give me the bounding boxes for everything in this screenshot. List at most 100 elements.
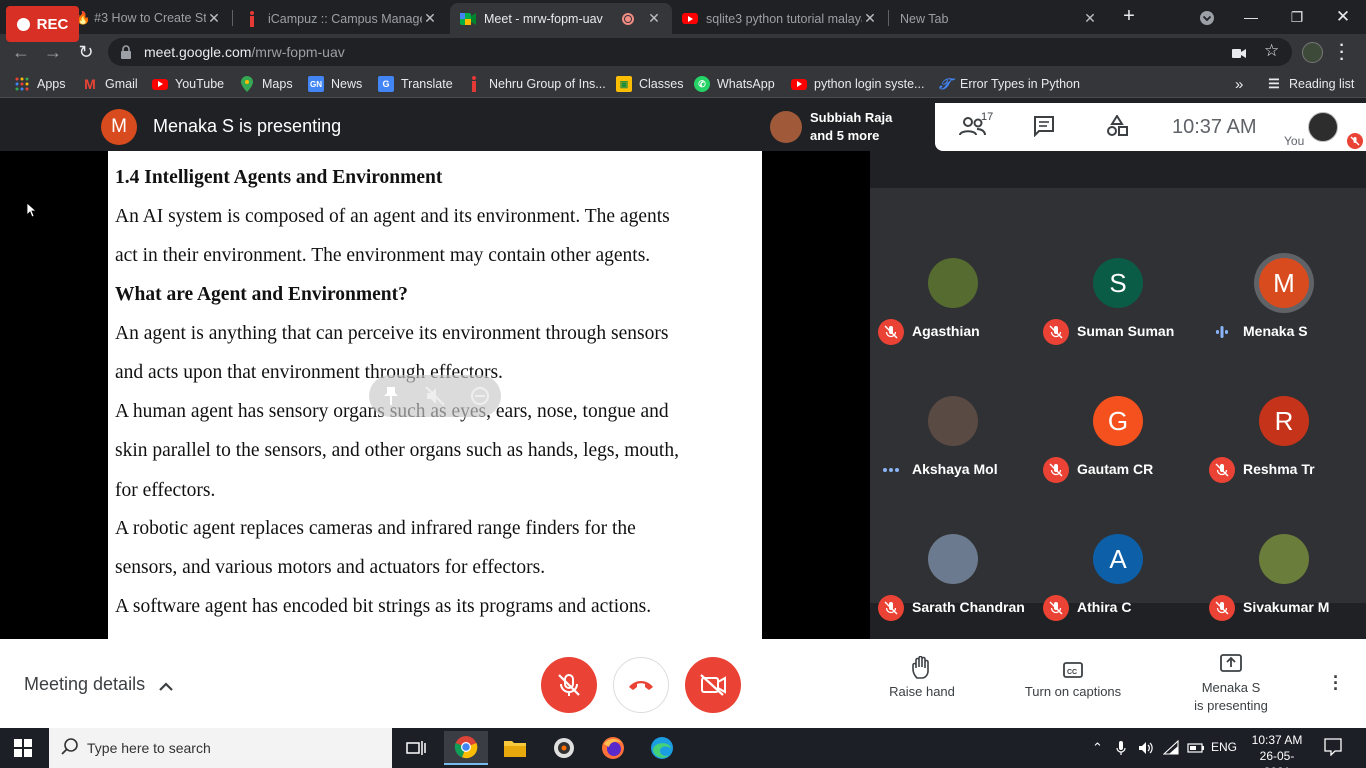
mic-muted-icon (1209, 457, 1235, 483)
tab-icampuz[interactable]: iCampuz :: Campus Managem ✕ (234, 3, 448, 34)
bookmark-youtube[interactable]: YouTube (152, 70, 224, 98)
bookmark-apps[interactable]: Apps (14, 70, 66, 98)
close-tab-icon[interactable]: ✕ (206, 10, 222, 27)
participant-avatar (1259, 534, 1309, 584)
youtube-icon (791, 76, 807, 92)
tab-search-icon[interactable] (1184, 4, 1230, 30)
remove-participant-icon[interactable] (470, 386, 490, 411)
chat-icon (1034, 116, 1054, 138)
participant-tile[interactable]: A Athira C (1035, 489, 1200, 627)
mute-participant-icon[interactable] (425, 386, 445, 411)
bookmark-error-types[interactable]: 𝒯 Error Types in Python (937, 70, 1080, 98)
meeting-details-button[interactable]: Meeting details (24, 674, 173, 696)
volume-icon[interactable] (1138, 740, 1154, 759)
language-indicator[interactable]: ENG (1211, 740, 1237, 754)
camera-icon[interactable] (1232, 46, 1246, 64)
participant-name: Reshma Tr (1243, 461, 1315, 477)
taskbar-media-app[interactable] (542, 731, 586, 765)
taskbar-file-explorer[interactable] (493, 731, 537, 765)
translate-icon: G (378, 76, 394, 92)
taskbar-search-box[interactable]: Type here to search (49, 728, 392, 768)
participant-tile[interactable]: Agasthian (870, 213, 1035, 351)
restore-button[interactable]: ❐ (1274, 4, 1320, 30)
participant-initial: A (1109, 543, 1127, 574)
windows-start-button[interactable] (14, 739, 32, 762)
camera-toggle-button[interactable] (685, 657, 741, 713)
profile-avatar[interactable] (1302, 42, 1323, 63)
new-tab-button[interactable]: + (1118, 6, 1140, 28)
mic-off-icon (558, 674, 580, 696)
chat-button[interactable] (1033, 115, 1055, 142)
activities-button[interactable] (1106, 114, 1128, 142)
self-avatar[interactable] (1308, 112, 1338, 142)
bookmarks-bar: Apps M Gmail YouTube Maps GN News G Tran… (0, 70, 1366, 98)
mic-muted-icon (1043, 595, 1069, 621)
participant-tile[interactable]: M Menaka S (1201, 213, 1366, 351)
taskbar-firefox[interactable] (591, 731, 635, 765)
participant-avatar (928, 534, 978, 584)
bookmark-label: Classes (639, 77, 684, 91)
slide-line: An AI system is composed of an agent and… (115, 206, 670, 227)
close-tab-icon[interactable]: ✕ (646, 10, 662, 27)
pin-icon[interactable] (383, 386, 399, 411)
bookmark-classes[interactable]: ▣ Classes (616, 70, 683, 98)
reload-button[interactable]: ↻ (73, 40, 99, 64)
close-tab-icon[interactable]: ✕ (1082, 10, 1098, 27)
tab-youtube-2[interactable]: sqlite3 python tutorial malaya ✕ (672, 3, 888, 34)
forward-button[interactable]: → (40, 40, 66, 64)
address-bar[interactable]: meet.google.com/mrw-fopm-uav ☆ (108, 38, 1292, 66)
windows-logo-icon (14, 739, 32, 757)
participant-tile[interactable]: S Suman Suman (1035, 213, 1200, 351)
notifications-icon[interactable] (1324, 738, 1342, 759)
presenting-status-button[interactable]: Menaka S is presenting (1171, 652, 1291, 713)
bookmark-gmail[interactable]: M Gmail (82, 70, 138, 98)
slide-line: skin parallel to the sensors, and other … (115, 440, 679, 461)
taskbar-clock[interactable]: 10:37 AM 26-05-2021 (1247, 732, 1307, 768)
active-speakers[interactable]: Subbiah Raja and 5 more (770, 109, 892, 145)
microphone-toggle-button[interactable] (541, 657, 597, 713)
wifi-icon[interactable] (1162, 739, 1179, 759)
bookmark-whatsapp[interactable]: ✆ WhatsApp (694, 70, 775, 98)
participant-name: Suman Suman (1077, 323, 1175, 339)
participant-avatar (928, 258, 978, 308)
more-options-icon[interactable]: · · · (1330, 668, 1342, 698)
people-button[interactable]: 17 (959, 111, 993, 142)
participant-tile[interactable]: Sarath Chandran (870, 489, 1035, 627)
close-tab-icon[interactable]: ✕ (422, 10, 438, 27)
nehru-icon (466, 76, 482, 92)
microphone-tray-icon[interactable] (1116, 740, 1126, 759)
participant-tile[interactable]: G Gautam CR (1035, 351, 1200, 489)
maps-icon (239, 76, 255, 92)
reading-list-button[interactable]: ☰ Reading list (1266, 70, 1354, 98)
tab-meet[interactable]: Meet - mrw-fopm-uav ✕ (450, 3, 672, 34)
bookmark-nehru[interactable]: Nehru Group of Ins... (466, 70, 606, 98)
participant-tile[interactable]: Akshaya Mol (870, 351, 1035, 489)
hang-up-icon (629, 681, 653, 690)
battery-icon[interactable] (1187, 740, 1205, 759)
close-tab-icon[interactable]: ✕ (862, 10, 878, 27)
bookmark-news[interactable]: GN News (308, 70, 362, 98)
taskbar-edge[interactable] (640, 731, 684, 765)
leave-call-button[interactable] (613, 657, 669, 713)
participant-avatar: M (1259, 258, 1309, 308)
tray-overflow-icon[interactable]: ⌃ (1092, 740, 1103, 756)
self-label: You (1284, 134, 1305, 148)
bookmark-star-icon[interactable]: ☆ (1264, 41, 1279, 61)
menu-kebab-icon[interactable]: · · · (1337, 38, 1347, 68)
task-view-button[interactable] (394, 731, 438, 765)
slide-line: act in their environment. The environmen… (115, 245, 651, 266)
minimize-button[interactable]: — (1228, 4, 1274, 30)
close-window-button[interactable]: ✕ (1320, 4, 1366, 30)
bookmark-python-login[interactable]: python login syste... (791, 70, 924, 98)
bookmark-label: YouTube (175, 77, 225, 91)
raise-hand-button[interactable]: Raise hand (862, 655, 982, 699)
participant-tile[interactable]: Sivakumar M (1201, 489, 1366, 627)
back-button[interactable]: ← (8, 40, 34, 64)
taskbar-chrome[interactable] (444, 731, 488, 765)
bookmark-maps[interactable]: Maps (239, 70, 293, 98)
bookmarks-overflow-button[interactable]: » (1235, 70, 1243, 98)
participant-tile[interactable]: R Reshma Tr (1201, 351, 1366, 489)
tab-new-tab[interactable]: New Tab ✕ (890, 3, 1108, 34)
bookmark-translate[interactable]: G Translate (378, 70, 453, 98)
captions-button[interactable]: CC Turn on captions (1013, 656, 1133, 699)
